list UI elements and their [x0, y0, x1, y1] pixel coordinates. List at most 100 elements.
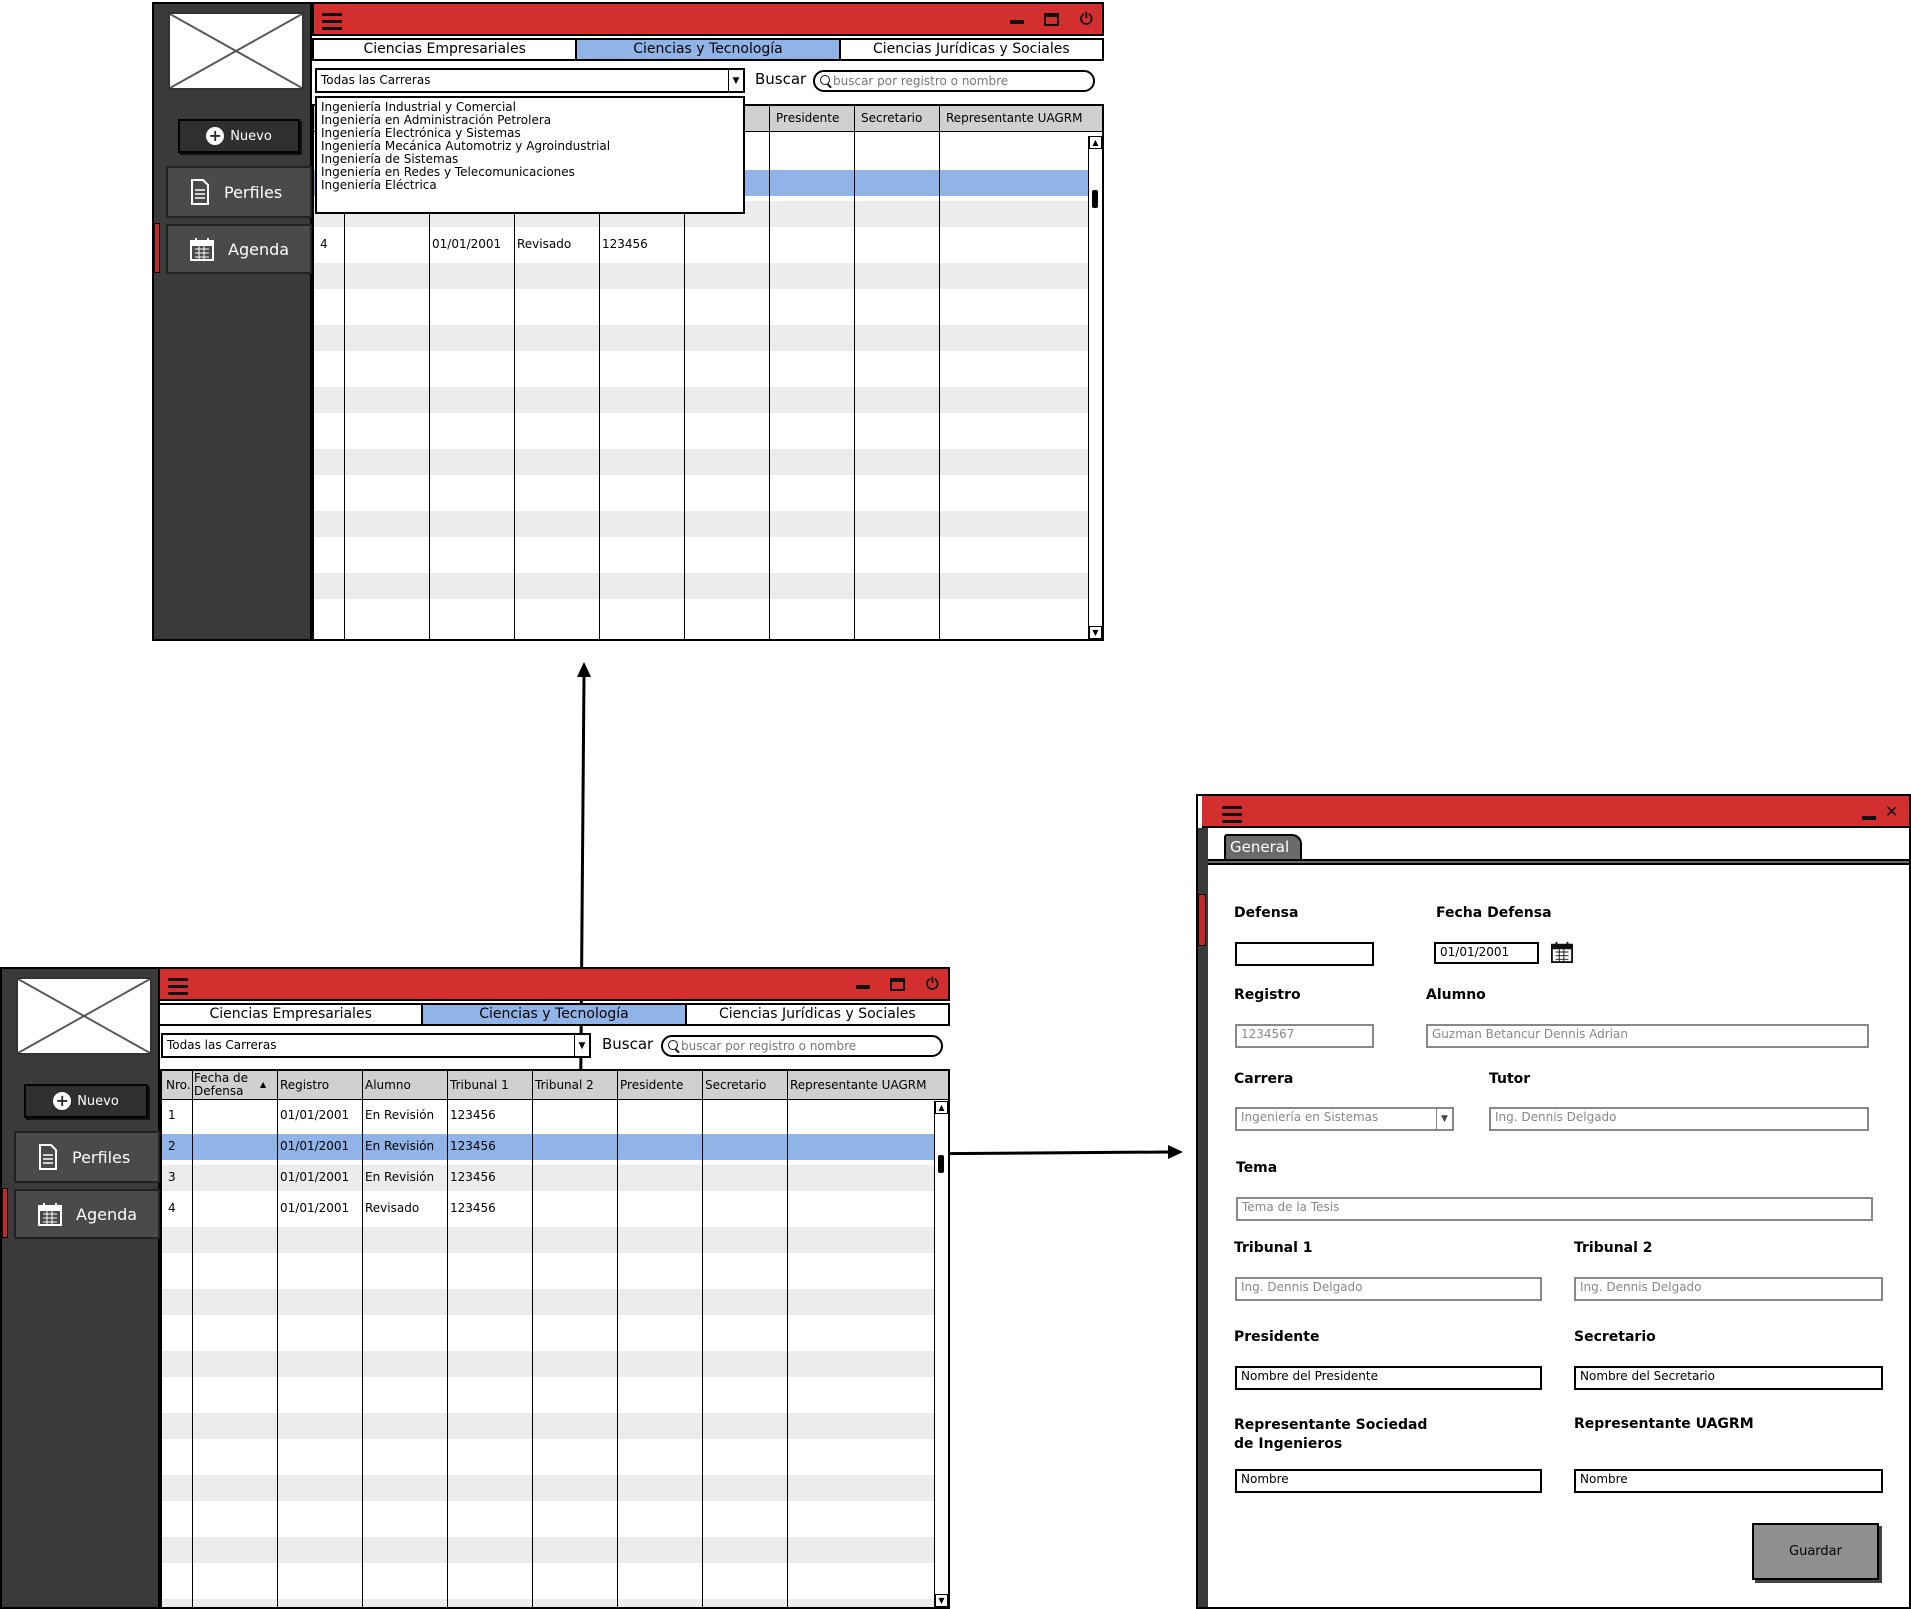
- new-button-label: Nuevo: [77, 1093, 119, 1109]
- column-header[interactable]: Alumno: [363, 1071, 411, 1096]
- scroll-down-icon[interactable]: ▼: [935, 1594, 948, 1607]
- calendar-icon[interactable]: [1551, 941, 1573, 963]
- tab-ciencias-tecnologia[interactable]: Ciencias y Tecnología: [577, 40, 841, 59]
- column-header[interactable]: Registro: [278, 1071, 329, 1096]
- representante-uagrm-field[interactable]: Nombre: [1574, 1469, 1883, 1493]
- vertical-scrollbar[interactable]: ▲ ▼: [1088, 136, 1102, 639]
- table-row[interactable]: [314, 449, 1088, 475]
- column-header[interactable]: Secretario: [703, 1071, 766, 1096]
- table-row[interactable]: [314, 573, 1088, 599]
- sidebar-item-perfiles[interactable]: Perfiles: [166, 166, 312, 218]
- maximize-icon[interactable]: [890, 978, 905, 991]
- tribunal-1-field[interactable]: Ing. Dennis Delgado: [1235, 1277, 1542, 1301]
- column-header[interactable]: Fecha de Defensa: [192, 1072, 254, 1098]
- tab-general[interactable]: General: [1224, 834, 1302, 860]
- column-header[interactable]: Tribunal 2: [533, 1071, 594, 1096]
- tema-field[interactable]: Tema de la Tesis: [1236, 1197, 1873, 1221]
- chevron-down-icon[interactable]: ▼: [728, 70, 743, 91]
- label-tema: Tema: [1236, 1160, 1278, 1176]
- vertical-scrollbar[interactable]: ▲ ▼: [934, 1101, 948, 1607]
- document-icon: [191, 179, 209, 205]
- scroll-up-icon[interactable]: ▲: [1089, 136, 1102, 149]
- career-select-value: Todas las Carreras: [321, 73, 431, 87]
- search-icon: [668, 1040, 678, 1050]
- label-line: de Ingenieros: [1234, 1436, 1343, 1452]
- column-header[interactable]: Presidente: [618, 1071, 683, 1096]
- secretario-field[interactable]: Nombre del Secretario: [1574, 1366, 1883, 1390]
- column-header[interactable]: Representante UAGRM: [788, 1071, 926, 1096]
- tab-ciencias-juridicas[interactable]: Ciencias Jurídicas y Sociales: [687, 1005, 948, 1024]
- registro-field[interactable]: 1234567: [1235, 1024, 1374, 1048]
- title-bar: ⏻: [158, 967, 950, 1001]
- scrollbar-thumb[interactable]: [938, 1155, 944, 1173]
- career-select[interactable]: Todas las Carreras ▼: [315, 68, 745, 93]
- cell-tribunal1: 123456: [450, 1170, 496, 1184]
- column-header[interactable]: Representante UAGRM: [944, 106, 1082, 131]
- column-header[interactable]: Tribunal 1: [448, 1071, 509, 1096]
- cell-registro: 01/01/2001: [280, 1201, 350, 1215]
- chevron-down-icon[interactable]: ▼: [574, 1035, 589, 1056]
- hamburger-menu-icon[interactable]: [322, 13, 342, 34]
- column-divider: [769, 106, 770, 639]
- sidebar-item-perfiles[interactable]: Perfiles: [14, 1131, 160, 1183]
- tab-ciencias-juridicas[interactable]: Ciencias Jurídicas y Sociales: [841, 40, 1102, 59]
- scroll-down-icon[interactable]: ▼: [1089, 626, 1102, 639]
- dropdown-option[interactable]: Ingeniería Eléctrica: [321, 179, 739, 192]
- column-divider: [854, 106, 855, 639]
- minimize-icon[interactable]: [856, 985, 870, 989]
- column-header[interactable]: Secretario: [859, 106, 922, 131]
- defensa-field[interactable]: [1235, 942, 1374, 966]
- power-icon[interactable]: ⏻: [926, 974, 939, 994]
- table-row[interactable]: 4 01/01/2001 Revisado 123456: [314, 232, 1088, 258]
- table-row[interactable]: [314, 325, 1088, 351]
- search-label: Buscar: [602, 1035, 654, 1053]
- maximize-icon[interactable]: [1044, 13, 1059, 26]
- career-select[interactable]: Todas las Carreras ▼: [161, 1033, 591, 1058]
- sidebar-item-agenda[interactable]: Agenda: [14, 1189, 160, 1239]
- carrera-select[interactable]: Ingeniería en Sistemas ▼: [1235, 1107, 1454, 1131]
- table-row[interactable]: [314, 263, 1088, 289]
- column-header[interactable]: Nro.: [164, 1071, 191, 1099]
- power-icon[interactable]: ⏻: [1080, 9, 1093, 29]
- label-registro: Registro: [1234, 987, 1301, 1003]
- column-header[interactable]: Presidente: [774, 106, 839, 131]
- hamburger-menu-icon[interactable]: [1222, 806, 1242, 827]
- presidente-field[interactable]: Nombre del Presidente: [1235, 1366, 1542, 1390]
- tab-ciencias-tecnologia[interactable]: Ciencias y Tecnología: [423, 1005, 687, 1024]
- table-header: Nro. Fecha de Defensa ▲ Registro Alumno …: [162, 1071, 948, 1100]
- tribunal-2-field[interactable]: Ing. Dennis Delgado: [1574, 1277, 1883, 1301]
- cell-tribunal1: 123456: [450, 1139, 496, 1153]
- alumno-field[interactable]: Guzman Betancur Dennis Adrian: [1426, 1024, 1869, 1048]
- tab-strip-underline: [1208, 859, 1909, 865]
- title-bar: ⏻: [312, 2, 1104, 36]
- search-placeholder: buscar por registro o nombre: [833, 74, 1009, 88]
- scrollbar-thumb[interactable]: [1092, 190, 1098, 208]
- new-button[interactable]: + Nuevo: [178, 119, 300, 153]
- representante-sociedad-field[interactable]: Nombre: [1235, 1469, 1542, 1493]
- search-input[interactable]: buscar por registro o nombre: [661, 1035, 943, 1057]
- fecha-defensa-field[interactable]: 01/01/2001: [1434, 942, 1539, 964]
- tab-ciencias-empresariales[interactable]: Ciencias Empresariales: [160, 1005, 424, 1024]
- table-row[interactable]: [314, 511, 1088, 537]
- new-button[interactable]: + Nuevo: [24, 1084, 148, 1118]
- sort-ascending-icon[interactable]: ▲: [258, 1071, 266, 1096]
- tutor-field[interactable]: Ing. Dennis Delgado: [1489, 1107, 1869, 1131]
- save-button[interactable]: Guardar: [1752, 1523, 1879, 1580]
- table-row[interactable]: [314, 387, 1088, 413]
- cell-alumno: En Revisión: [365, 1170, 435, 1184]
- column-divider: [447, 1071, 448, 1607]
- sidebar: + Nuevo Perfiles Agenda: [0, 967, 160, 1609]
- label-representante-sociedad: Representante Sociedad de Ingenieros: [1234, 1416, 1427, 1454]
- cell-nro: 1: [168, 1108, 176, 1122]
- scroll-up-icon[interactable]: ▲: [935, 1101, 948, 1114]
- close-icon[interactable]: ✕: [1885, 802, 1898, 821]
- hamburger-menu-icon[interactable]: [168, 978, 188, 999]
- cell-registro: 01/01/2001: [432, 237, 502, 251]
- minimize-icon[interactable]: [1010, 20, 1024, 24]
- minimize-icon[interactable]: [1862, 816, 1876, 820]
- search-input[interactable]: buscar por registro o nombre: [813, 70, 1095, 92]
- sidebar-item-agenda[interactable]: Agenda: [166, 224, 312, 274]
- cell-nro: 4: [320, 237, 328, 251]
- tab-ciencias-empresariales[interactable]: Ciencias Empresariales: [314, 40, 578, 59]
- chevron-down-icon[interactable]: ▼: [1436, 1109, 1452, 1129]
